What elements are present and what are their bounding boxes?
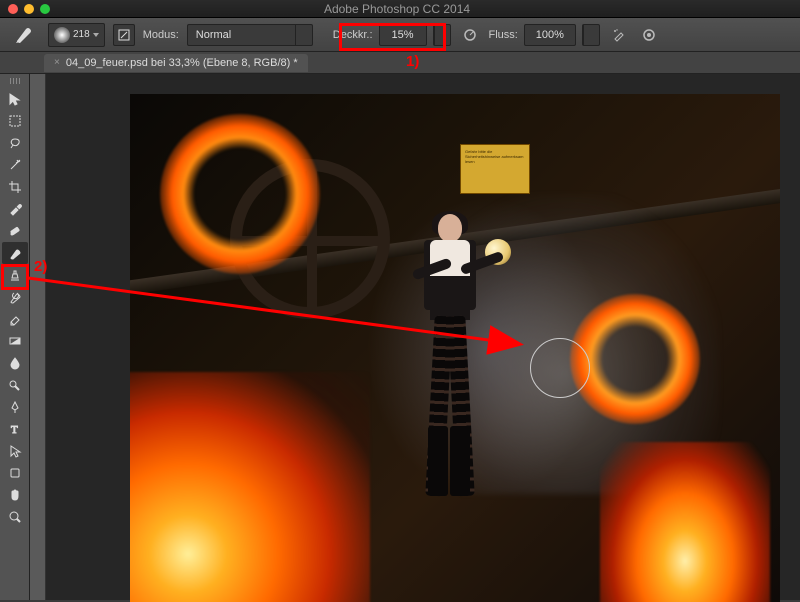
- fire-graphic: [130, 372, 370, 602]
- hand-tool[interactable]: [2, 484, 28, 506]
- traffic-lights: [8, 4, 50, 14]
- opacity-label: Deckkr.:: [333, 29, 373, 41]
- brush-tool[interactable]: [2, 242, 28, 264]
- main-area: T Gefahr bitte die Sicherheitshinweise a…: [0, 74, 800, 600]
- annotation-label-2: 2): [34, 258, 47, 275]
- blend-mode-select[interactable]: Normal: [187, 24, 313, 46]
- flow-dropdown[interactable]: [582, 24, 600, 46]
- eraser-tool[interactable]: [2, 308, 28, 330]
- document-canvas[interactable]: Gefahr bitte die Sicherheitshinweise auf…: [130, 94, 780, 602]
- opacity-value: 15%: [380, 29, 426, 41]
- opacity-dropdown[interactable]: [433, 24, 451, 46]
- type-tool[interactable]: T: [2, 418, 28, 440]
- current-tool-icon[interactable]: [10, 23, 40, 47]
- minimize-window-button[interactable]: [24, 4, 34, 14]
- blend-mode-value: Normal: [188, 29, 295, 41]
- opacity-input[interactable]: 15%: [379, 24, 427, 46]
- flow-label: Fluss:: [489, 29, 518, 41]
- flow-value: 100%: [525, 29, 575, 41]
- warning-sign-graphic: Gefahr bitte die Sicherheitshinweise auf…: [460, 144, 530, 194]
- mode-label: Modus:: [143, 29, 179, 41]
- fire-graphic: [600, 442, 770, 602]
- opacity-group: Deckkr.: 15%: [333, 24, 451, 46]
- marquee-tool[interactable]: [2, 110, 28, 132]
- gradient-tool[interactable]: [2, 330, 28, 352]
- annotation-label-1: 1): [406, 53, 419, 70]
- canvas-area[interactable]: Gefahr bitte die Sicherheitshinweise auf…: [30, 74, 800, 600]
- lasso-tool[interactable]: [2, 132, 28, 154]
- dodge-tool[interactable]: [2, 374, 28, 396]
- chevron-down-icon: [434, 25, 451, 45]
- spot-heal-tool[interactable]: [2, 220, 28, 242]
- document-tab[interactable]: × 04_09_feuer.psd bei 33,3% (Ebene 8, RG…: [44, 54, 308, 72]
- move-tool[interactable]: [2, 88, 28, 110]
- zoom-tool[interactable]: [2, 506, 28, 528]
- brush-preset-picker[interactable]: 218: [48, 23, 105, 47]
- chevron-down-icon: [583, 25, 600, 45]
- fire-ring-graphic: [160, 114, 320, 274]
- maximize-window-button[interactable]: [40, 4, 50, 14]
- chevron-down-icon: [295, 25, 312, 45]
- vertical-ruler: [30, 74, 46, 600]
- person-graphic: [410, 214, 490, 544]
- airbrush-toggle[interactable]: [608, 24, 630, 46]
- tools-panel: T: [0, 74, 30, 600]
- flow-group: Fluss: 100%: [489, 24, 600, 46]
- app-title: Adobe Photoshop CC 2014: [50, 2, 744, 16]
- tab-close-icon[interactable]: ×: [54, 57, 60, 68]
- path-select-tool[interactable]: [2, 440, 28, 462]
- pressure-size-toggle[interactable]: [638, 24, 660, 46]
- pen-tool[interactable]: [2, 396, 28, 418]
- brush-size-value: 218: [73, 29, 90, 40]
- brush-preview-icon: [53, 26, 71, 44]
- shape-tool[interactable]: [2, 462, 28, 484]
- svg-text:T: T: [11, 424, 18, 436]
- blur-tool[interactable]: [2, 352, 28, 374]
- pressure-opacity-toggle[interactable]: [459, 24, 481, 46]
- crop-tool[interactable]: [2, 176, 28, 198]
- magic-wand-tool[interactable]: [2, 154, 28, 176]
- panel-grip[interactable]: [0, 78, 29, 86]
- brush-cursor: [530, 338, 590, 398]
- document-tab-bar: × 04_09_feuer.psd bei 33,3% (Ebene 8, RG…: [0, 52, 800, 74]
- clone-stamp-tool[interactable]: [2, 264, 28, 286]
- document-tab-name: 04_09_feuer.psd bei 33,3% (Ebene 8, RGB/…: [66, 57, 298, 69]
- options-bar: 218 Modus: Normal Deckkr.: 15% Fluss: 10…: [0, 18, 800, 52]
- history-brush-tool[interactable]: [2, 286, 28, 308]
- fire-ring-graphic: [570, 294, 700, 424]
- close-window-button[interactable]: [8, 4, 18, 14]
- flow-input[interactable]: 100%: [524, 24, 576, 46]
- window-titlebar: Adobe Photoshop CC 2014: [0, 0, 800, 18]
- eyedropper-tool[interactable]: [2, 198, 28, 220]
- brush-panel-toggle[interactable]: [113, 24, 135, 46]
